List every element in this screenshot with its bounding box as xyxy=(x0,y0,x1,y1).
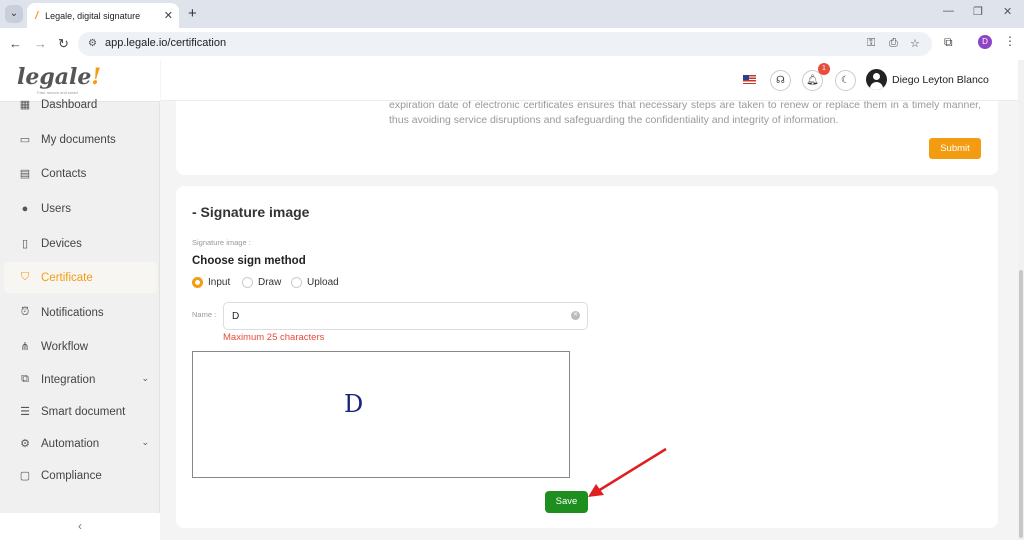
arrow-head xyxy=(588,484,604,497)
page-scrollbar[interactable] xyxy=(1018,60,1024,540)
annotation-arrow xyxy=(588,447,667,497)
arrow-shaft xyxy=(597,447,667,493)
scrollbar-thumb[interactable] xyxy=(1019,270,1023,538)
